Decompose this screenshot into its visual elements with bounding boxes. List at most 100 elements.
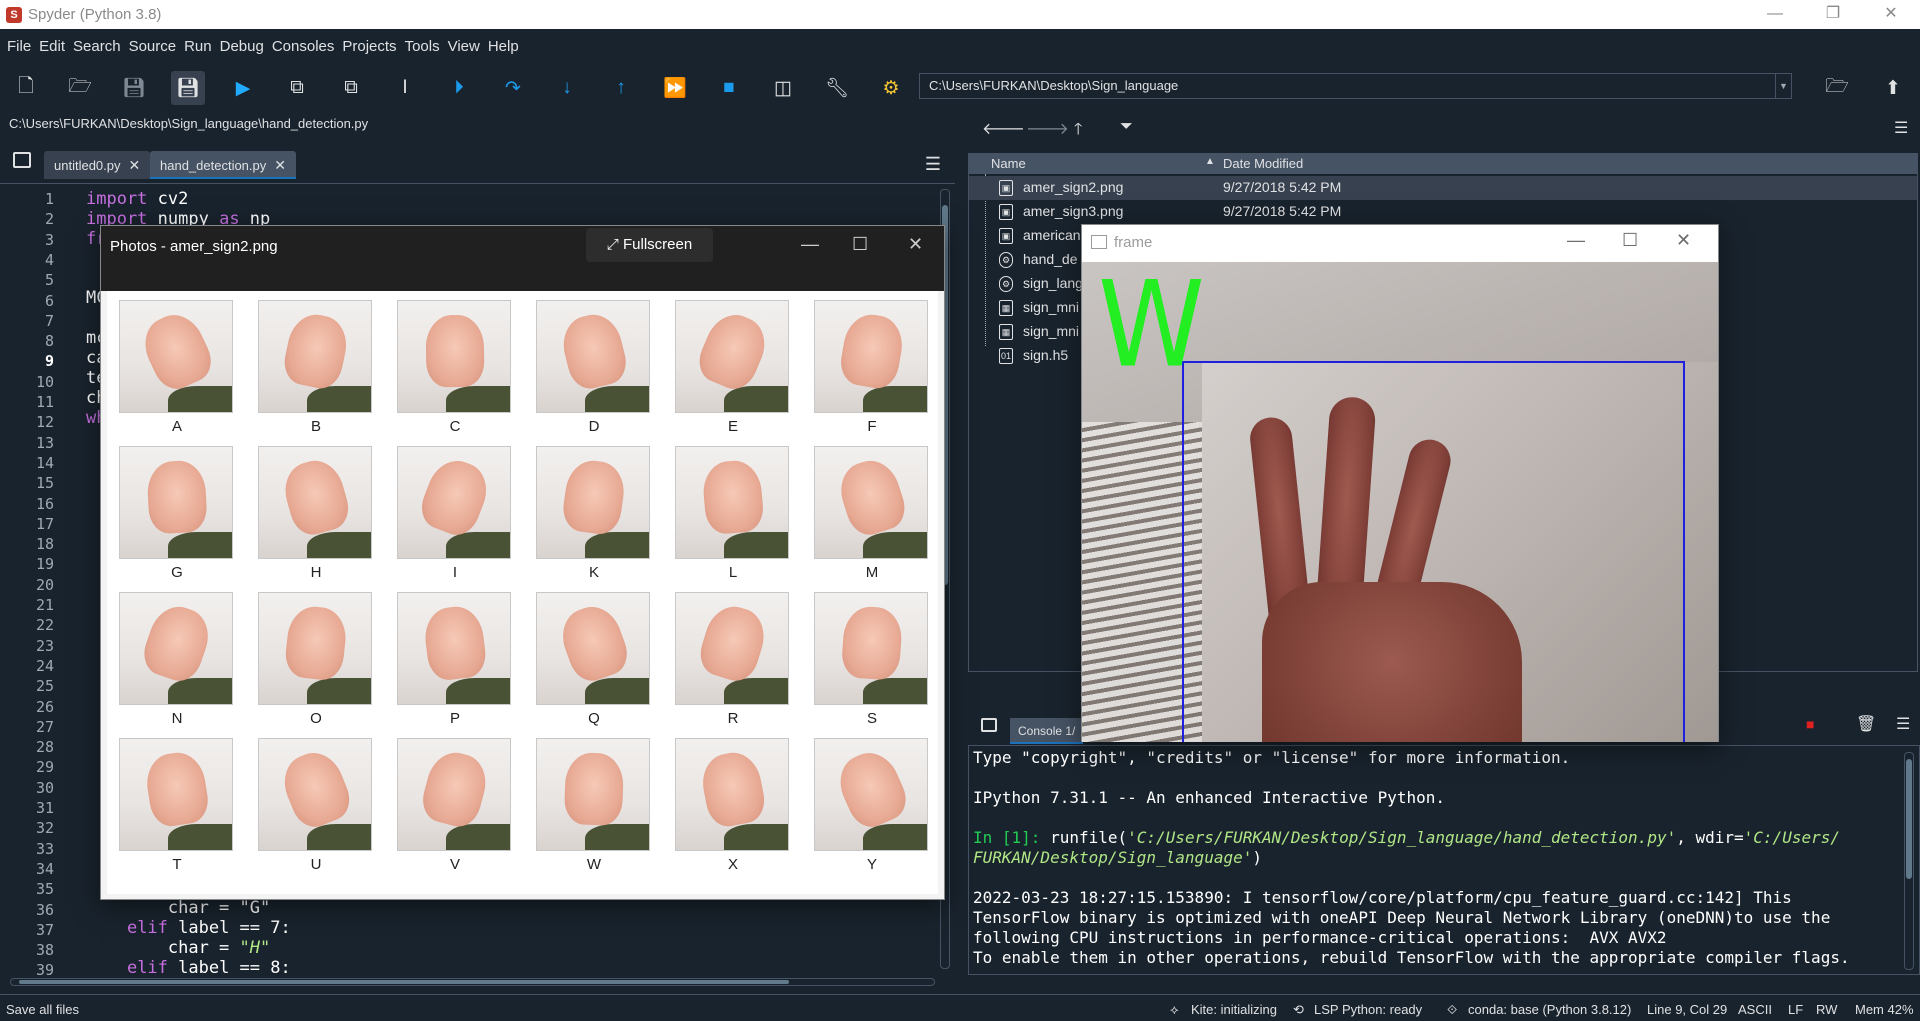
ipython-console[interactable]: Type "copyright", "credits" or "license"… xyxy=(968,745,1920,975)
minimize-button[interactable]: — xyxy=(801,234,819,255)
browse-directory-icon[interactable]: 🗁 xyxy=(1820,71,1854,105)
fullscreen-button[interactable]: ⤢ Fullscreen xyxy=(586,228,713,262)
column-date-header[interactable]: Date Modified xyxy=(1223,156,1303,171)
close-button[interactable]: ✕ xyxy=(1676,230,1691,251)
sign-cell: L xyxy=(675,446,791,581)
close-button[interactable]: ✕ xyxy=(908,234,923,255)
line-number: 11 xyxy=(35,393,54,411)
code-line: char = "G" xyxy=(86,898,271,918)
menu-tools[interactable]: Tools xyxy=(405,38,440,55)
minimize-button[interactable]: — xyxy=(1746,0,1804,29)
menu-run[interactable]: Run xyxy=(184,38,212,55)
sign-letter-label: X xyxy=(727,856,738,873)
line-number: 23 xyxy=(35,636,54,655)
menu-source[interactable]: Source xyxy=(129,38,177,55)
run-selection-icon[interactable]: I xyxy=(388,71,422,105)
sign-letter-label: S xyxy=(866,710,877,727)
sign-letter-label: V xyxy=(449,856,460,873)
files-header: Name ▲ Date Modified xyxy=(969,154,1917,174)
close-icon[interactable]: ✕ xyxy=(129,157,141,173)
new-file-icon[interactable]: 🗋 xyxy=(9,71,43,105)
line-number: 28 xyxy=(35,738,54,757)
console-line: Type "copyright", "credits" or "license"… xyxy=(973,748,1571,767)
trash-icon[interactable]: 🗑︎ xyxy=(1856,714,1876,734)
browse-tabs-icon[interactable] xyxy=(981,718,997,732)
maximize-button[interactable]: ☐ xyxy=(852,234,868,255)
debug-step-return-icon[interactable]: ↑ xyxy=(604,71,638,105)
editor-horizontal-scrollbar[interactable] xyxy=(10,978,935,986)
hand-sign-image xyxy=(119,592,233,705)
menu-debug[interactable]: Debug xyxy=(220,38,264,55)
hamburger-menu-icon[interactable]: ☰ xyxy=(1894,118,1908,138)
scrollbar-thumb[interactable] xyxy=(19,980,789,984)
sign-letter-label: I xyxy=(452,564,458,581)
tab-hand-detection[interactable]: hand_detection.py ✕ xyxy=(150,151,296,179)
preferences-icon[interactable]: 🔧︎ xyxy=(820,71,854,105)
open-file-icon[interactable]: 🗁 xyxy=(63,71,97,105)
python-path-icon[interactable]: ⚙ xyxy=(874,71,908,105)
filter-icon[interactable]: ⏷ xyxy=(1120,118,1133,136)
menu-view[interactable]: View xyxy=(448,38,480,55)
back-arrow-icon[interactable]: 🡐 xyxy=(982,118,1025,139)
hand-sign-image xyxy=(258,738,372,851)
menu-projects[interactable]: Projects xyxy=(342,38,396,55)
file-row[interactable]: ▣ amer_sign3.png 9/27/2018 5:42 PM xyxy=(969,200,1917,224)
close-icon[interactable]: ✕ xyxy=(274,157,286,173)
kite-status[interactable]: Kite: initializing xyxy=(1191,1002,1277,1017)
detection-bounding-box xyxy=(1182,361,1685,742)
spyder-logo-icon: S xyxy=(6,6,22,23)
predicted-letter: W xyxy=(1098,262,1205,395)
line-number: 34 xyxy=(35,859,54,878)
forward-arrow-icon[interactable]: 🡒 xyxy=(1026,118,1069,139)
maximize-button[interactable]: ☐ xyxy=(1622,230,1638,251)
sign-cell: X xyxy=(675,738,791,873)
sign-letter-label: N xyxy=(171,710,183,727)
menu-consoles[interactable]: Consoles xyxy=(272,38,335,55)
debug-step-icon[interactable]: ↷ xyxy=(496,71,530,105)
hand-sign-image xyxy=(397,446,511,559)
tab-label: untitled0.py xyxy=(54,158,121,173)
stop-icon[interactable]: ■ xyxy=(1806,716,1814,732)
restore-button[interactable]: ❐ xyxy=(1804,0,1862,29)
opencv-frame-window: frame — ☐ ✕ W xyxy=(1081,224,1719,742)
debug-step-into-icon[interactable]: ↓ xyxy=(550,71,584,105)
debug-stop-icon[interactable]: ■ xyxy=(712,71,746,105)
maximize-pane-icon[interactable]: ◫ xyxy=(766,71,800,105)
menu-edit[interactable]: Edit xyxy=(39,38,65,55)
parent-directory-icon[interactable]: ⬆ xyxy=(1876,71,1910,105)
editor-file-path: C:\Users\FURKAN\Desktop\Sign_language\ha… xyxy=(9,116,369,131)
sign-letter-label: W xyxy=(586,856,602,873)
lsp-status[interactable]: LSP Python: ready xyxy=(1314,1002,1422,1017)
photos-window: Photos - amer_sign2.png ⤢ Fullscreen — ☐… xyxy=(100,225,945,900)
conda-status[interactable]: conda: base (Python 3.8.12) xyxy=(1468,1002,1631,1017)
file-row[interactable]: ▣ amer_sign2.png 9/27/2018 5:42 PM xyxy=(969,176,1917,200)
console-scrollbar[interactable] xyxy=(1904,752,1914,970)
run-cell-icon[interactable]: ⧉ xyxy=(280,71,314,105)
hamburger-menu-icon[interactable]: ☰ xyxy=(1896,714,1910,734)
tab-console-1[interactable]: Console 1/ xyxy=(1010,718,1084,744)
console-line: IPython 7.31.1 -- An enhanced Interactiv… xyxy=(973,788,1446,807)
save-icon[interactable]: 💾︎ xyxy=(117,71,151,105)
column-name-header[interactable]: Name xyxy=(991,156,1026,171)
working-directory-input[interactable]: C:\Users\FURKAN\Desktop\Sign_language xyxy=(919,73,1776,99)
browse-tabs-icon[interactable] xyxy=(13,152,31,168)
run-cell-advance-icon[interactable]: ⧉ xyxy=(334,71,368,105)
statusbar: Save all files ⟡ Kite: initializing ⟲ LS… xyxy=(0,994,1920,1021)
hamburger-menu-icon[interactable]: ☰ xyxy=(925,154,941,175)
menu-file[interactable]: File xyxy=(7,38,31,55)
menu-search[interactable]: Search xyxy=(73,38,121,55)
close-button[interactable]: ✕ xyxy=(1862,0,1920,29)
debug-continue-icon[interactable]: ⏩ xyxy=(658,71,692,105)
debug-icon[interactable]: ⏵ xyxy=(442,71,476,105)
chevron-down-icon[interactable]: ▼ xyxy=(1776,73,1792,99)
minimize-button[interactable]: — xyxy=(1567,230,1585,251)
line-number: 7 xyxy=(44,311,54,330)
parent-arrow-icon[interactable]: 🡑 xyxy=(1074,118,1082,145)
save-all-icon[interactable]: 💾︎ xyxy=(171,71,205,105)
scrollbar-thumb[interactable] xyxy=(1906,759,1912,879)
menu-help[interactable]: Help xyxy=(488,38,519,55)
files-toolbar: 🡐 🡒 🡑 ⏷ ☰ xyxy=(970,116,1920,146)
run-icon[interactable]: ▶ xyxy=(226,71,260,105)
tab-untitled0[interactable]: untitled0.py ✕ xyxy=(44,151,151,179)
hand-sign-image xyxy=(675,592,789,705)
